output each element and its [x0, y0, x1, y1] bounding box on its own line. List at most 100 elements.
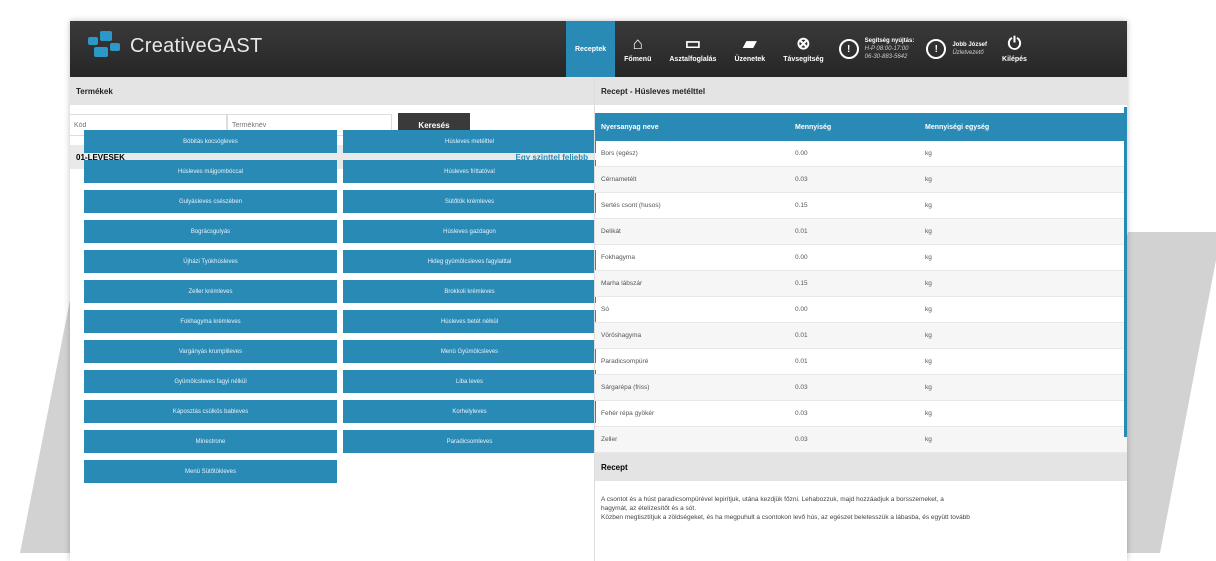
- product-tile[interactable]: Bóbitás kocsógleves: [84, 130, 337, 153]
- logout-button[interactable]: ⏻ Kilépés: [993, 21, 1036, 77]
- cell-quantity: 0.03: [795, 436, 808, 443]
- nav-fomenu-label: Főmenü: [624, 56, 652, 63]
- product-tile[interactable]: Gyümölcsleves fagyi nélkül: [84, 370, 337, 393]
- user-role: Üzletvezető: [952, 50, 984, 56]
- product-tile[interactable]: Újházi Tyúkhúsleves: [84, 250, 337, 273]
- main-nav: Receptek ⌂ Főmenü ▭ Asztalfoglalás ▰ Üze…: [566, 21, 1036, 77]
- cell-name: Fokhagyma: [601, 254, 635, 261]
- product-tile[interactable]: Húsleves gazdagon: [343, 220, 596, 243]
- product-tile[interactable]: Minestrone: [84, 430, 337, 453]
- product-tile[interactable]: Húsleves frittatóval: [343, 160, 596, 183]
- recipe-panel: Recept - Húsleves metélttel Nyersanyag n…: [594, 77, 1127, 561]
- ingredient-table-body: Bors (egész) 0.00 kg Cérnametélt 0.03 kg Ser…: [595, 141, 1127, 453]
- support-line2: H-P 08:00-17:00: [864, 46, 909, 52]
- table-row[interactable]: Marha lábszár 0.15 kg: [595, 271, 1127, 297]
- app-window: CreativeGAST Receptek ⌂ Főmenü ▭ Asztalf…: [70, 21, 1127, 561]
- product-tile[interactable]: Zeller krémleves: [84, 280, 337, 303]
- home-icon: ⌂: [632, 34, 643, 53]
- user-info[interactable]: ! Jobb József Üzletvezető: [920, 21, 993, 77]
- logout-label: Kilépés: [1002, 56, 1027, 63]
- recipe-text-line: hagymát, az ételízesítőt és a sót.: [601, 505, 697, 512]
- cell-unit: kg: [925, 228, 932, 235]
- table-row[interactable]: Fokhagyma 0.00 kg: [595, 245, 1127, 271]
- product-tile[interactable]: Brokkoli krémleves: [343, 280, 596, 303]
- cell-name: Marha lábszár: [601, 280, 643, 287]
- recipe-text-line: Közben megtisztítjuk a zöldségeket, és h…: [601, 514, 970, 521]
- cell-quantity: 0.03: [795, 384, 808, 391]
- top-bar: CreativeGAST Receptek ⌂ Főmenü ▭ Asztalf…: [70, 21, 1127, 77]
- cell-quantity: 0.15: [795, 202, 808, 209]
- product-tile[interactable]: Menü Sütőtökleves: [84, 460, 337, 483]
- info-icon: !: [838, 39, 859, 59]
- product-tile[interactable]: Gulyásleves csészében: [84, 190, 337, 213]
- col-ingredient-name[interactable]: Nyersanyag neve: [595, 124, 789, 131]
- user-name: Jobb József: [952, 42, 988, 48]
- nav-uzenetek-label: Üzenetek: [734, 56, 766, 63]
- product-tile[interactable]: Korhelyleves: [343, 400, 596, 423]
- recipe-instructions: A csontot és a húst paradicsompürével le…: [595, 481, 1127, 522]
- recipe-text-line: A csontot és a húst paradicsompürével le…: [601, 496, 944, 503]
- recipe-section-header: Recept: [595, 453, 1127, 481]
- nav-uzenetek[interactable]: ▰ Üzenetek: [725, 21, 774, 77]
- cell-name: Sárgarépa (friss): [601, 384, 650, 391]
- product-tile[interactable]: Liba leves: [343, 370, 596, 393]
- product-tile[interactable]: Sütőtök krémleves: [343, 190, 596, 213]
- cell-unit: kg: [925, 176, 932, 183]
- table-row[interactable]: Sárgarépa (friss) 0.03 kg: [595, 375, 1127, 401]
- product-tile[interactable]: Menü Gyümölcsleves: [343, 340, 596, 363]
- col-unit[interactable]: Mennyiségi egység: [919, 124, 1119, 131]
- product-tile[interactable]: Húsleves betét nélkül: [343, 310, 596, 333]
- nav-asztalfoglalas-label: Asztalfoglalás: [669, 56, 717, 63]
- table-row[interactable]: Paradicsompüré 0.01 kg: [595, 349, 1127, 375]
- cell-unit: kg: [925, 436, 932, 443]
- table-row[interactable]: Só 0.00 kg: [595, 297, 1127, 323]
- power-icon: ⏻: [1007, 34, 1022, 53]
- product-tile-grid: Bóbitás kocsógleves Húsleves metélttel H…: [84, 130, 596, 483]
- table-row[interactable]: Delikát 0.01 kg: [595, 219, 1127, 245]
- product-tile[interactable]: Hideg gyümölcsleves fagylalttal: [343, 250, 596, 273]
- cell-name: Vöröshagyma: [601, 332, 642, 339]
- cell-quantity: 0.03: [795, 410, 808, 417]
- nav-asztalfoglalas[interactable]: ▭ Asztalfoglalás: [660, 21, 725, 77]
- cell-unit: kg: [925, 410, 932, 417]
- cell-name: Sertés csont (husos): [601, 202, 661, 209]
- cell-name: Cérnametélt: [601, 176, 637, 183]
- table-row[interactable]: Sertés csont (husos) 0.15 kg: [595, 193, 1127, 219]
- product-tile[interactable]: Húsleves metélttel: [343, 130, 596, 153]
- nav-receptek[interactable]: Receptek: [566, 21, 616, 77]
- cell-unit: kg: [925, 306, 932, 313]
- armchair-icon: ▭: [684, 34, 701, 53]
- table-row[interactable]: Bors (egész) 0.00 kg: [595, 141, 1127, 167]
- cell-unit: kg: [925, 150, 932, 157]
- cell-quantity: 0.00: [795, 306, 808, 313]
- chat-icon: ▰: [743, 34, 757, 53]
- ingredient-table-header: Nyersanyag neve Mennyiség Mennyiségi egy…: [595, 113, 1127, 141]
- cell-unit: kg: [925, 202, 932, 209]
- product-tile[interactable]: Paradicsomleves: [343, 430, 596, 453]
- table-row[interactable]: Fehér répa gyökér 0.03 kg: [595, 401, 1127, 427]
- nav-tavsegitseg[interactable]: ⊗ Távsegítség: [774, 21, 832, 77]
- cell-unit: kg: [925, 332, 932, 339]
- col-quantity[interactable]: Mennyiség: [789, 124, 919, 131]
- lifebuoy-icon: ⊗: [796, 34, 811, 53]
- nav-tavsegitseg-label: Távsegítség: [783, 56, 824, 63]
- cell-name: Zeller: [601, 436, 618, 443]
- products-header: Termékek: [70, 77, 594, 105]
- cell-quantity: 0.00: [795, 254, 808, 261]
- support-line3: 06-30-883-5642: [864, 54, 908, 60]
- cell-unit: kg: [925, 254, 932, 261]
- nav-fomenu[interactable]: ⌂ Főmenü: [615, 21, 660, 77]
- product-tile[interactable]: Vargányás krumplileves: [84, 340, 337, 363]
- table-row[interactable]: Cérnametélt 0.03 kg: [595, 167, 1127, 193]
- cell-quantity: 0.01: [795, 228, 808, 235]
- cell-name: Só: [601, 306, 609, 313]
- product-tile[interactable]: Fokhagyma krémleves: [84, 310, 337, 333]
- table-row[interactable]: Vöröshagyma 0.01 kg: [595, 323, 1127, 349]
- product-tile[interactable]: Káposztás csülkös bableves: [84, 400, 337, 423]
- cell-unit: kg: [925, 280, 932, 287]
- cell-quantity: 0.03: [795, 176, 808, 183]
- product-tile[interactable]: Húsleves májgombóccal: [84, 160, 337, 183]
- product-tile[interactable]: Bográcsgulyás: [84, 220, 337, 243]
- scrollbar[interactable]: [1124, 107, 1127, 437]
- table-row[interactable]: Zeller 0.03 kg: [595, 427, 1127, 453]
